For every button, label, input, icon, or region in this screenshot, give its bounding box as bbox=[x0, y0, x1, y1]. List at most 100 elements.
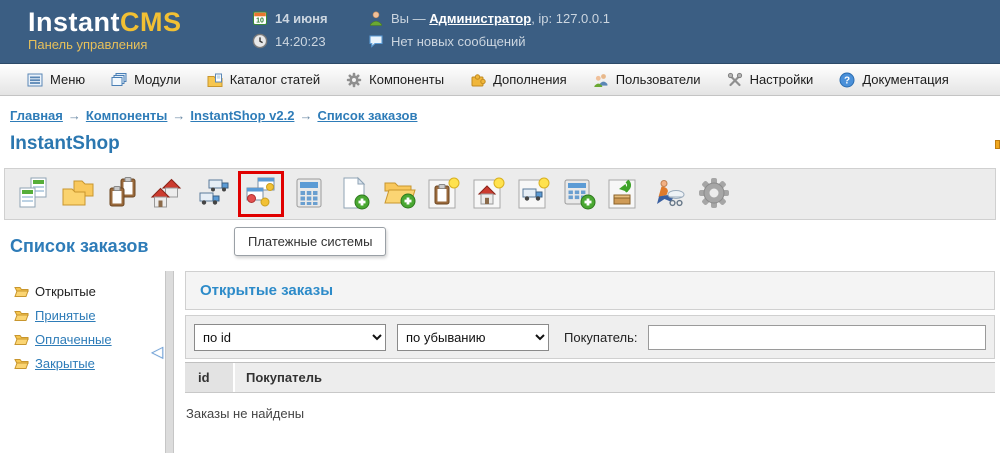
currency-add-button[interactable] bbox=[559, 174, 599, 214]
catalog-folder-icon bbox=[207, 72, 223, 88]
logo-text: Instant bbox=[28, 7, 120, 37]
calculator-add-icon bbox=[561, 175, 597, 214]
documents-icon bbox=[15, 175, 51, 214]
logo: InstantCMS Панель управления bbox=[28, 8, 182, 52]
shops-button[interactable] bbox=[148, 174, 188, 214]
breadcrumb-separator: → bbox=[172, 108, 185, 123]
sidebar-item-label: Открытые bbox=[35, 284, 96, 299]
gear-icon bbox=[346, 72, 362, 88]
user-status: Вы — Администратор, ip: 127.0.0.1 bbox=[391, 11, 610, 26]
panel-title: Открытые заказы bbox=[185, 271, 995, 310]
menu-item-docs[interactable]: ? Документация bbox=[826, 64, 962, 95]
buyer-filter-label: Покупатель: bbox=[564, 330, 637, 345]
menu-item-label: Пользователи bbox=[616, 72, 701, 87]
sort-direction-select[interactable]: по убыванию bbox=[397, 324, 549, 351]
box-import-icon bbox=[606, 175, 642, 214]
current-time: 14:20:23 bbox=[275, 34, 326, 49]
section-title: Список заказов bbox=[10, 236, 1000, 257]
breadcrumb-separator: → bbox=[68, 108, 81, 123]
import-button[interactable] bbox=[604, 174, 644, 214]
sidebar-item-paid: Оплаченные bbox=[14, 327, 165, 351]
user-block: Вы — Администратор, ip: 127.0.0.1 Нет но… bbox=[368, 10, 610, 49]
logo-accent-text: CMS bbox=[120, 7, 182, 37]
folder-icon bbox=[14, 356, 29, 370]
tools-icon bbox=[727, 72, 743, 88]
admin-header: InstantCMS Панель управления 10 14 июня … bbox=[0, 0, 1000, 64]
menu-item-settings[interactable]: Настройки bbox=[714, 64, 827, 95]
menu-item-label: Модули bbox=[134, 72, 181, 87]
svg-text:?: ? bbox=[844, 75, 850, 86]
folder-add-icon bbox=[381, 175, 417, 214]
currencies-button[interactable] bbox=[289, 174, 329, 214]
message-bubble-icon bbox=[368, 33, 384, 49]
orders-documents-button[interactable] bbox=[13, 174, 53, 214]
delivery-add-button[interactable] bbox=[514, 174, 554, 214]
logo-subtitle: Панель управления bbox=[28, 37, 182, 52]
payment-systems-button[interactable] bbox=[241, 174, 281, 214]
folder-icon bbox=[14, 308, 29, 322]
main-menu-bar: Меню Модули Каталог статей Компоненты До… bbox=[0, 64, 1000, 96]
panel-toggle-icon[interactable] bbox=[995, 140, 1000, 149]
shopping-cart-icon bbox=[651, 175, 687, 214]
sidebar-link-paid[interactable]: Оплаченные bbox=[35, 332, 112, 347]
menu-item-label: Компоненты bbox=[369, 72, 444, 87]
content-area: Открытые Принятые Оплаченные Закрытые ◁ … bbox=[0, 271, 1000, 453]
buyer-filter-input[interactable] bbox=[648, 325, 986, 350]
sidebar-item-accepted: Принятые bbox=[14, 303, 165, 327]
menu-item-modules[interactable]: Модули bbox=[98, 64, 194, 95]
current-date: 14 июня bbox=[275, 11, 328, 26]
breadcrumb-orders-list[interactable]: Список заказов bbox=[317, 108, 417, 123]
user-profile-link[interactable]: Администратор bbox=[429, 11, 531, 26]
add-order-button[interactable] bbox=[334, 174, 374, 214]
modules-icon bbox=[111, 72, 127, 88]
house-badge-icon bbox=[471, 175, 507, 214]
menu-item-users[interactable]: Пользователи bbox=[580, 64, 714, 95]
datetime-block: 10 14 июня 14:20:23 bbox=[252, 10, 328, 49]
menu-item-label: Документация bbox=[862, 72, 949, 87]
order-status-add-button[interactable] bbox=[424, 174, 464, 214]
menu-item-menu[interactable]: Меню bbox=[14, 64, 98, 95]
breadcrumb-separator: → bbox=[299, 108, 312, 123]
breadcrumb-home[interactable]: Главная bbox=[10, 108, 63, 123]
clock-icon bbox=[252, 33, 268, 49]
sidebar-link-accepted[interactable]: Принятые bbox=[35, 308, 96, 323]
trucks-icon bbox=[195, 175, 231, 214]
settings-button[interactable] bbox=[694, 174, 734, 214]
payment-systems-icon bbox=[243, 175, 279, 214]
orders-filter-bar: по id по убыванию Покупатель: bbox=[185, 315, 995, 359]
users-icon bbox=[593, 72, 609, 88]
sidebar-item-open: Открытые bbox=[14, 279, 165, 303]
component-toolbar bbox=[4, 168, 996, 220]
puzzle-icon bbox=[470, 72, 486, 88]
sort-field-select[interactable]: по id bbox=[194, 324, 386, 351]
toolbar-tooltip: Платежные системы bbox=[234, 227, 386, 256]
menu-item-components[interactable]: Компоненты bbox=[333, 64, 457, 95]
folder-icon bbox=[14, 284, 29, 298]
column-header-buyer: Покупатель bbox=[235, 370, 322, 385]
order-statuses-button[interactable] bbox=[103, 174, 143, 214]
page-add-icon bbox=[336, 175, 372, 214]
clipboard-badge-icon bbox=[426, 175, 462, 214]
menu-item-addons[interactable]: Дополнения bbox=[457, 64, 580, 95]
sidebar-divider: ◁ bbox=[165, 271, 174, 453]
question-icon: ? bbox=[839, 72, 855, 88]
messages-status[interactable]: Нет новых сообщений bbox=[391, 34, 526, 49]
truck-badge-icon bbox=[516, 175, 552, 214]
empty-orders-message: Заказы не найдены bbox=[185, 406, 995, 421]
sidebar-link-closed[interactable]: Закрытые bbox=[35, 356, 95, 371]
shop-add-button[interactable] bbox=[469, 174, 509, 214]
add-category-button[interactable] bbox=[379, 174, 419, 214]
folder-icon bbox=[14, 332, 29, 346]
calculator-icon bbox=[291, 175, 327, 214]
sidebar-collapse-icon[interactable]: ◁ bbox=[151, 345, 163, 361]
menu-item-label: Каталог статей bbox=[230, 72, 320, 87]
sidebar-item-closed: Закрытые bbox=[14, 351, 165, 375]
houses-icon bbox=[150, 175, 186, 214]
breadcrumb-components[interactable]: Компоненты bbox=[86, 108, 168, 123]
delivery-button[interactable] bbox=[193, 174, 233, 214]
menu-item-catalog[interactable]: Каталог статей bbox=[194, 64, 333, 95]
go-to-shop-button[interactable] bbox=[649, 174, 689, 214]
gear-icon bbox=[696, 175, 732, 214]
breadcrumb-instantshop[interactable]: InstantShop v2.2 bbox=[190, 108, 294, 123]
categories-button[interactable] bbox=[58, 174, 98, 214]
